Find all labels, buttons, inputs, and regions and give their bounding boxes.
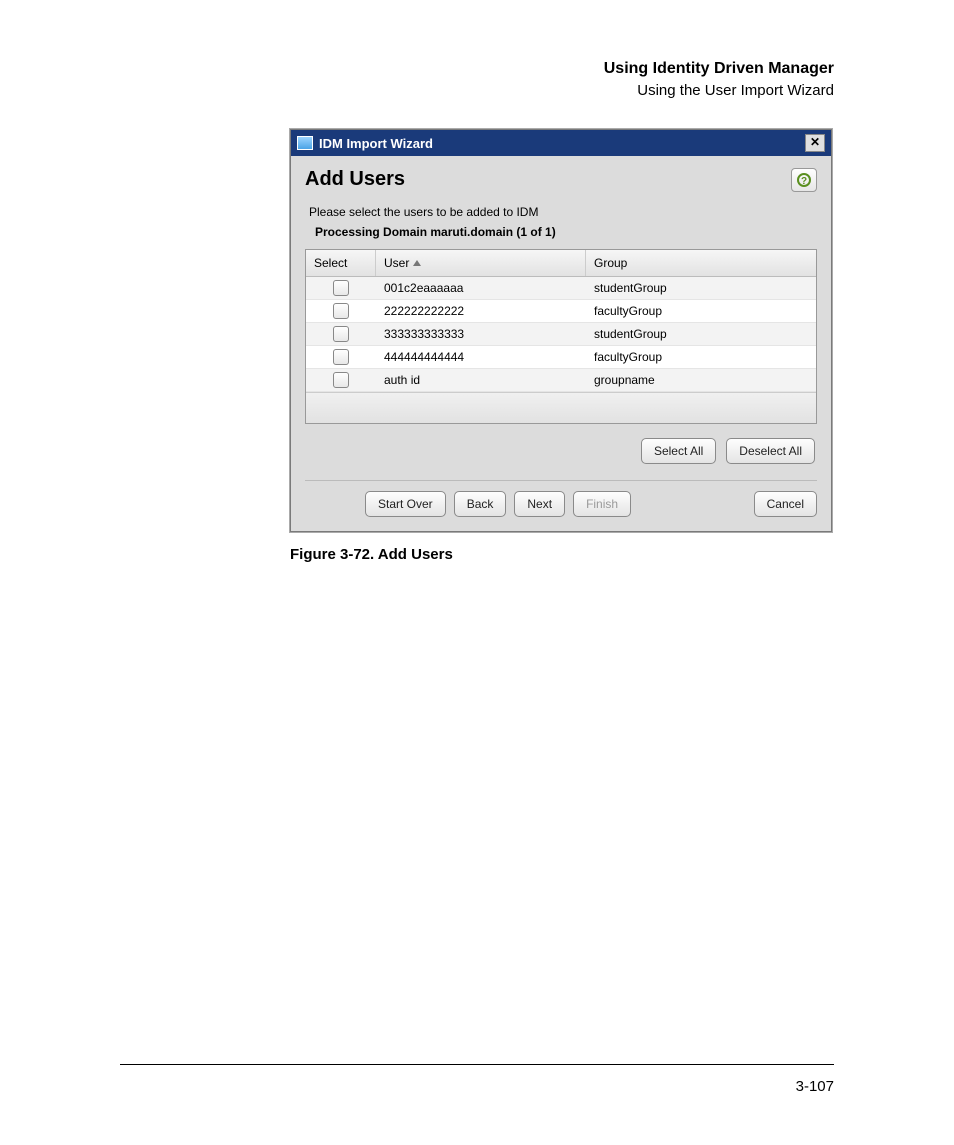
row-checkbox[interactable] [333, 372, 349, 388]
close-button[interactable]: ✕ [805, 134, 825, 152]
col-group[interactable]: Group [586, 250, 816, 276]
table-row: 222222222222 facultyGroup [306, 300, 816, 323]
page-title: Add Users [305, 168, 405, 191]
titlebar: IDM Import Wizard ✕ [291, 130, 831, 156]
sort-asc-icon [413, 260, 421, 266]
figure-caption: Figure 3-72. Add Users [290, 546, 834, 563]
table-row: auth id groupname [306, 369, 816, 392]
select-all-button[interactable]: Select All [641, 438, 716, 464]
next-button[interactable]: Next [514, 491, 565, 517]
col-user-label: User [384, 256, 409, 270]
table-row: 444444444444 facultyGroup [306, 346, 816, 369]
help-button[interactable]: ? [791, 168, 817, 192]
cell-user: auth id [376, 370, 586, 390]
col-select[interactable]: Select [306, 250, 376, 276]
close-icon: ✕ [810, 135, 820, 149]
row-checkbox[interactable] [333, 349, 349, 365]
domain-status: Processing Domain maruti.domain (1 of 1) [315, 225, 817, 239]
table-header: Select User Group [306, 250, 816, 277]
instruction-text: Please select the users to be added to I… [309, 205, 817, 219]
page-header: Using Identity Driven Manager Using the … [120, 60, 834, 99]
back-button[interactable]: Back [454, 491, 507, 517]
cell-group: studentGroup [586, 278, 816, 298]
row-checkbox[interactable] [333, 326, 349, 342]
cell-user: 001c2eaaaaaa [376, 278, 586, 298]
cell-group: facultyGroup [586, 347, 816, 367]
svg-text:?: ? [801, 176, 807, 187]
cell-user: 333333333333 [376, 324, 586, 344]
row-checkbox[interactable] [333, 280, 349, 296]
table-footer [306, 392, 816, 423]
cell-user: 222222222222 [376, 301, 586, 321]
section-title: Using the User Import Wizard [120, 82, 834, 99]
finish-button: Finish [573, 491, 631, 517]
start-over-button[interactable]: Start Over [365, 491, 446, 517]
cancel-button[interactable]: Cancel [754, 491, 817, 517]
users-table: Select User Group 001c2eaaaaaa studentGr… [305, 249, 817, 424]
cell-group: studentGroup [586, 324, 816, 344]
footer-rule [120, 1064, 834, 1065]
cell-group: groupname [586, 370, 816, 390]
col-user[interactable]: User [376, 250, 586, 276]
deselect-all-button[interactable]: Deselect All [726, 438, 815, 464]
page-number: 3-107 [796, 1078, 834, 1095]
help-icon: ? [797, 173, 811, 187]
table-row: 333333333333 studentGroup [306, 323, 816, 346]
window-title: IDM Import Wizard [319, 136, 433, 151]
cell-group: facultyGroup [586, 301, 816, 321]
cell-user: 444444444444 [376, 347, 586, 367]
table-row: 001c2eaaaaaa studentGroup [306, 277, 816, 300]
chapter-title: Using Identity Driven Manager [120, 60, 834, 78]
app-icon [297, 136, 313, 150]
import-wizard-dialog: IDM Import Wizard ✕ Add Users ? Pl [290, 129, 832, 532]
row-checkbox[interactable] [333, 303, 349, 319]
